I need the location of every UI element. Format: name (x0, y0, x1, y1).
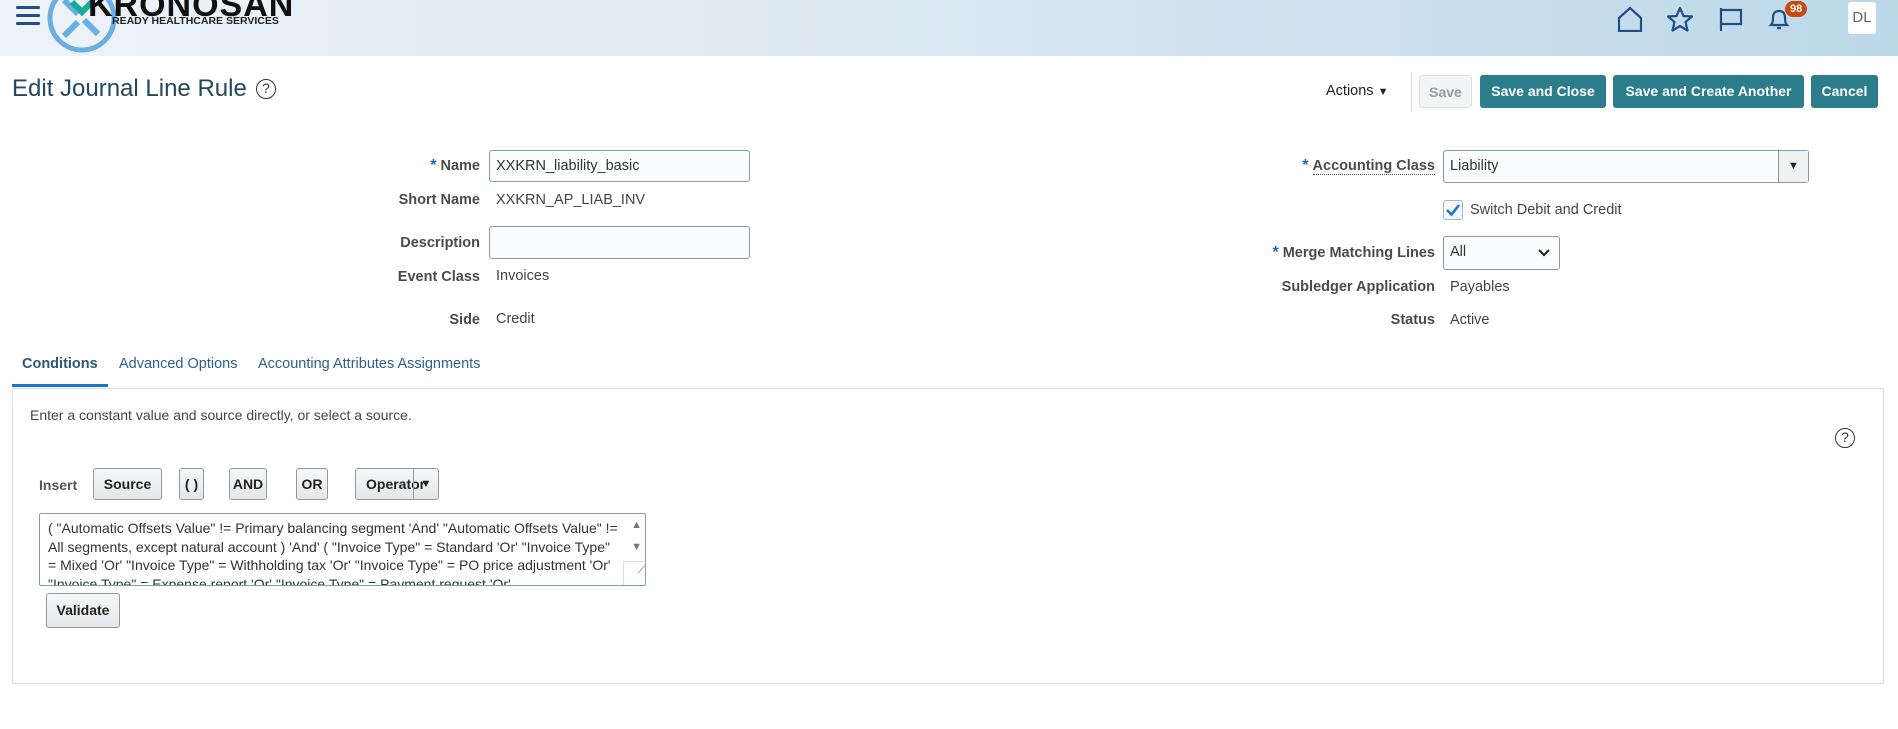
conditions-help-icon[interactable]: ? (1835, 428, 1855, 448)
insert-label: Insert (39, 477, 78, 493)
validate-button[interactable]: Validate (46, 593, 120, 628)
name-input[interactable]: XXKRN_liability_basic (489, 150, 750, 182)
actions-label: Actions (1326, 83, 1374, 99)
save-and-create-another-button[interactable]: Save and Create Another (1613, 75, 1804, 108)
conditions-hint: Enter a constant value and source direct… (30, 407, 412, 423)
event-class-value: Invoices (496, 268, 550, 284)
page-title: Edit Journal Line Rule (12, 75, 247, 102)
insert-and-button[interactable]: AND (229, 468, 267, 500)
operator-dropdown-icon[interactable]: ▼ (413, 469, 438, 499)
condition-expression-textarea[interactable]: ( "Automatic Offsets Value" != Primary b… (39, 513, 646, 586)
description-label: Description (400, 235, 480, 251)
user-avatar[interactable]: DL (1848, 2, 1876, 34)
accounting-class-label: * Accounting Class (1302, 157, 1435, 175)
required-icon: * (430, 157, 437, 174)
event-class-label: Event Class (397, 269, 480, 285)
save-and-close-button[interactable]: Save and Close (1480, 75, 1606, 108)
short-name-label: Short Name (398, 192, 480, 208)
switch-debit-credit-checkbox[interactable] (1443, 200, 1463, 220)
help-icon[interactable]: ? (256, 79, 276, 99)
accounting-class-select[interactable]: Liability ▼ (1443, 150, 1809, 183)
chevron-down-icon (1538, 249, 1550, 257)
description-input[interactable] (489, 226, 750, 259)
scroll-down-icon[interactable]: ▼ (631, 540, 642, 554)
condition-expression-text: ( "Automatic Offsets Value" != Primary b… (48, 520, 618, 586)
cancel-button[interactable]: Cancel (1811, 75, 1878, 108)
favorites-star-icon[interactable] (1666, 6, 1694, 32)
required-icon: * (1302, 157, 1309, 174)
resize-handle-icon[interactable]: ⟋ (623, 561, 645, 585)
menu-icon[interactable] (16, 6, 40, 26)
insert-parentheses-button[interactable]: ( ) (179, 468, 204, 500)
checkmark-icon (1446, 204, 1461, 217)
caret-down-icon: ▼ (1377, 86, 1389, 98)
status-label: Status (1390, 312, 1435, 328)
merge-value: All (1450, 244, 1467, 260)
short-name-value: XXKRN_AP_LIAB_INV (496, 192, 646, 208)
side-value: Credit (496, 311, 535, 327)
accounting-class-value: Liability (1450, 158, 1499, 174)
home-icon[interactable] (1616, 6, 1644, 32)
insert-source-button[interactable]: Source (93, 468, 162, 500)
logo-tagline: READY HEALTHCARE SERVICES (112, 15, 279, 27)
merge-matching-lines-select[interactable]: All (1443, 236, 1560, 270)
actions-menu[interactable]: Actions ▼ (1326, 83, 1388, 99)
merge-matching-lines-label: * Merge Matching Lines (1272, 244, 1435, 261)
subledger-application-label: Subledger Application (1281, 279, 1435, 295)
toolbar-divider (1411, 72, 1412, 112)
required-icon: * (1272, 244, 1279, 261)
flag-icon[interactable] (1718, 6, 1744, 32)
side-label: Side (449, 312, 480, 328)
top-header: KRONOSAN READY HEALTHCARE SERVICES 98 DL (0, 0, 1898, 56)
notification-count-badge: 98 (1785, 1, 1808, 17)
subledger-application-value: Payables (1450, 279, 1510, 295)
active-tab-indicator (12, 384, 108, 387)
insert-operator-button[interactable]: Operator ▼ (355, 468, 439, 500)
scroll-up-icon[interactable]: ▲ (631, 518, 642, 532)
insert-or-button[interactable]: OR (296, 468, 328, 500)
name-label: * Name (430, 157, 480, 174)
tab-accounting-attributes-assignments[interactable]: Accounting Attributes Assignments (258, 356, 480, 372)
tab-advanced-options[interactable]: Advanced Options (119, 356, 238, 372)
switch-debit-credit-label[interactable]: Switch Debit and Credit (1470, 202, 1622, 218)
dropdown-caret-icon[interactable]: ▼ (1778, 151, 1808, 182)
tab-conditions[interactable]: Conditions (22, 356, 98, 372)
save-button[interactable]: Save (1419, 75, 1472, 108)
status-value: Active (1450, 312, 1490, 328)
scrollbar[interactable]: ▲ ▼ (631, 518, 642, 554)
